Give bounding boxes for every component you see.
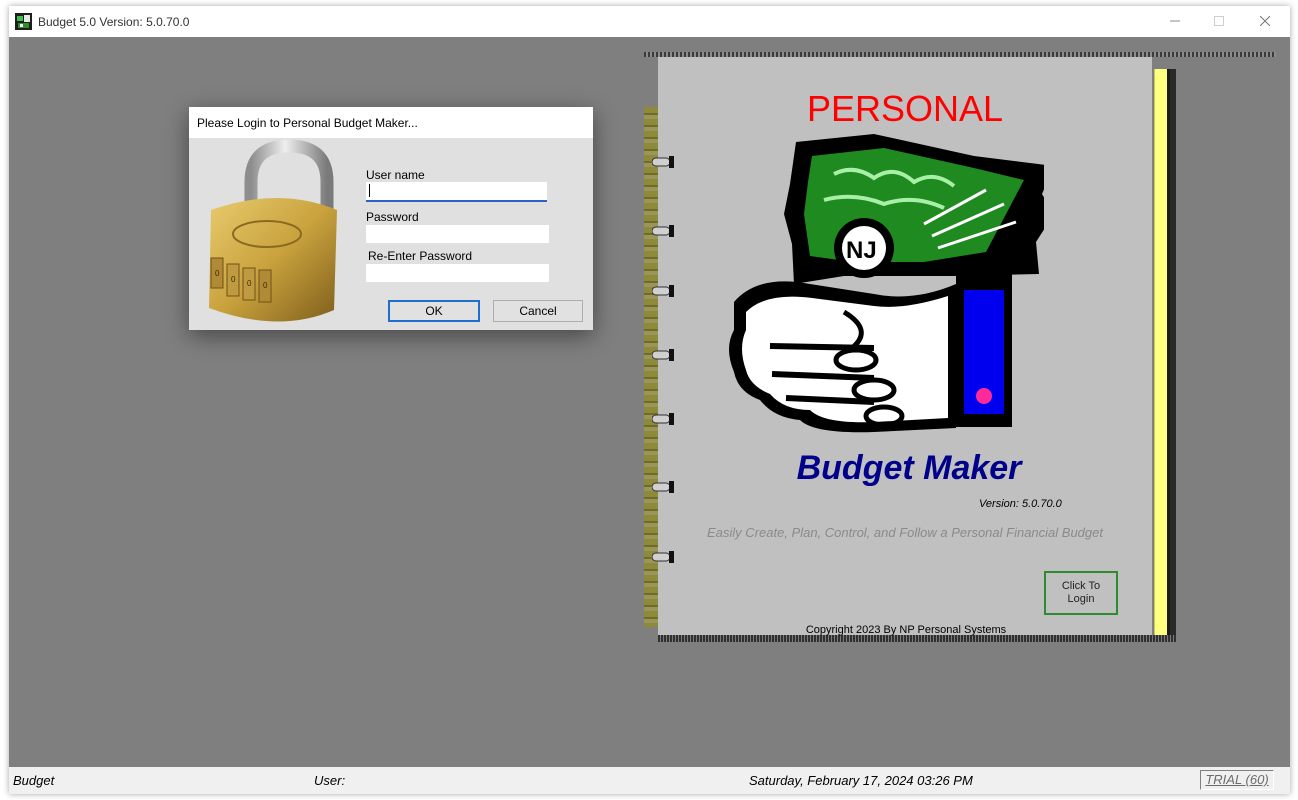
svg-text:NJ: NJ — [846, 237, 877, 264]
book-page-edge — [1154, 69, 1170, 638]
text-caret — [369, 184, 370, 197]
app-window: Budget 5.0 Version: 5.0.70.0 Please Logi… — [9, 6, 1290, 794]
binder-ring-icon — [652, 349, 674, 361]
splash-panel: PERSONAL NJ Budget Maker Version: 5.0.70… — [644, 52, 1276, 651]
window-title: Budget 5.0 Version: 5.0.70.0 — [38, 15, 190, 29]
svg-text:0: 0 — [263, 281, 268, 290]
login-dialog-title: Please Login to Personal Budget Maker... — [197, 116, 418, 130]
trial-badge[interactable]: TRIAL (60) — [1200, 770, 1274, 790]
hand-holding-money-icon: NJ — [729, 134, 1044, 433]
book-shadow-bottom — [658, 635, 1176, 642]
splash-title: Budget Maker — [796, 449, 1022, 487]
username-field[interactable] — [366, 182, 547, 202]
status-user: User: — [314, 773, 346, 788]
mdi-client-area: Please Login to Personal Budget Maker... — [9, 37, 1290, 767]
book-spine — [644, 107, 658, 627]
password-label: Password — [366, 210, 419, 224]
svg-text:0: 0 — [215, 269, 220, 278]
maximize-icon — [1214, 16, 1224, 26]
login-dialog-titlebar[interactable]: Please Login to Personal Budget Maker... — [189, 107, 593, 138]
close-icon — [1260, 16, 1270, 26]
click-to-login-label: Click To Login — [1061, 580, 1101, 605]
title-bar[interactable]: Budget 5.0 Version: 5.0.70.0 — [9, 6, 1290, 37]
splash-tagline: Easily Create, Plan, Control, and Follow… — [707, 525, 1103, 540]
reenter-password-label: Re-Enter Password — [368, 249, 473, 263]
splash-copyright: Copyright 2023 By NP Personal Systems — [805, 624, 1007, 636]
login-dialog: Please Login to Personal Budget Maker... — [189, 107, 593, 330]
maximize-button[interactable] — [1197, 8, 1241, 36]
status-bar: Budget User: Saturday, February 17, 2024… — [9, 767, 1290, 794]
status-datetime: Saturday, February 17, 2024 03:26 PM — [749, 773, 973, 788]
click-to-login-button[interactable]: Click To Login — [1044, 571, 1118, 615]
status-app-name: Budget — [13, 773, 55, 788]
cancel-button[interactable]: Cancel — [493, 300, 583, 322]
binder-ring-icon — [652, 225, 674, 237]
splash-version: Version: 5.0.70.0 — [979, 498, 1062, 510]
minimize-button[interactable] — [1153, 8, 1197, 36]
binder-ring-icon — [652, 413, 674, 425]
username-label: User name — [366, 168, 425, 182]
svg-text:0: 0 — [247, 279, 252, 288]
reenter-password-field[interactable] — [366, 264, 549, 282]
binder-ring-icon — [652, 285, 674, 297]
binder-ring-icon — [652, 156, 674, 168]
app-icon — [15, 13, 32, 30]
minimize-icon — [1170, 20, 1180, 22]
svg-text:0: 0 — [231, 275, 236, 284]
padlock-icon: 0 0 0 0 — [209, 139, 337, 322]
book-shadow-right — [1169, 69, 1176, 638]
ok-button[interactable]: OK — [388, 300, 480, 322]
close-button[interactable] — [1243, 8, 1287, 36]
password-field[interactable] — [366, 225, 549, 243]
binder-ring-icon — [652, 551, 674, 563]
splash-heading: PERSONAL — [806, 88, 1004, 129]
